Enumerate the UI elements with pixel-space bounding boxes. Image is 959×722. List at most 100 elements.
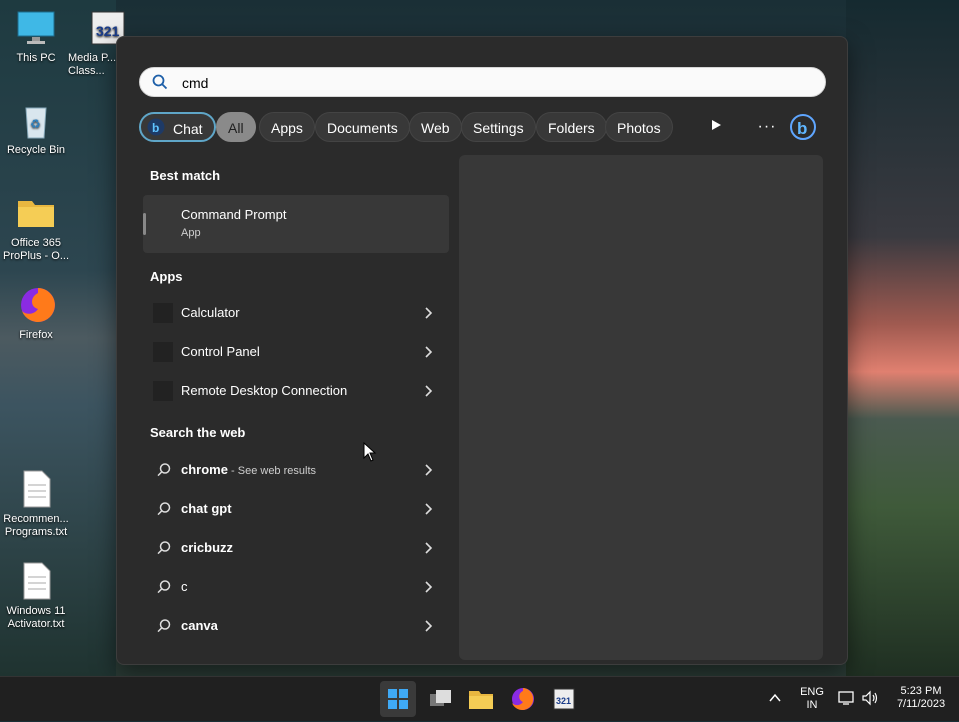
app-result-label: Remote Desktop Connection: [181, 383, 348, 398]
desktop-icon-recycle-bin[interactable]: ♻ Recycle Bin: [0, 100, 72, 157]
clock-date: 7/11/2023: [896, 698, 946, 710]
volume-button[interactable]: [861, 690, 879, 711]
filter-settings[interactable]: Settings: [461, 112, 536, 142]
svg-text:b: b: [797, 119, 807, 138]
text-file-icon: [16, 469, 56, 509]
network-icon: [838, 691, 854, 705]
app-result-label: Control Panel: [181, 344, 260, 359]
desktop-icon-recommended-programs[interactable]: Recommen... Programs.txt: [0, 469, 72, 539]
speaker-icon: [862, 690, 878, 706]
ellipsis-icon: ···: [757, 118, 777, 135]
chevron-right-icon[interactable]: [423, 384, 433, 398]
desktop-icon-windows-activator[interactable]: Windows 11 Activator.txt: [0, 561, 72, 631]
filter-photos[interactable]: Photos: [605, 112, 673, 142]
taskbar: 321 ENG IN 5:23 PM 7/11/2023: [0, 676, 959, 721]
search-panel: b Chat All Apps Documents Web Settings F…: [116, 36, 848, 665]
desktop-icon-firefox[interactable]: Firefox: [0, 285, 72, 342]
bing-button[interactable]: b: [789, 113, 817, 141]
firefox-icon: [512, 688, 534, 710]
show-hidden-icons-button[interactable]: [768, 691, 782, 710]
desktop-wallpaper-right: [846, 0, 959, 676]
task-view-button[interactable]: [422, 681, 458, 717]
media-player-classic-icon: 321: [553, 688, 575, 710]
desktop-icon-this-pc[interactable]: This PC: [0, 8, 72, 65]
more-filters-button[interactable]: [702, 113, 730, 141]
clock-time: 5:23 PM: [900, 685, 942, 697]
chevron-right-icon[interactable]: [423, 502, 433, 516]
search-icon: [157, 502, 171, 516]
recycle-bin-icon: ♻: [16, 100, 56, 140]
web-result[interactable]: chrome - See web results: [143, 451, 449, 489]
filter-documents-label: Documents: [327, 120, 398, 136]
filter-apps[interactable]: Apps: [259, 112, 315, 142]
monitor-icon: [16, 8, 56, 48]
app-result-calculator[interactable]: Calculator: [143, 294, 449, 332]
selection-indicator: [143, 213, 146, 235]
language-indicator[interactable]: ENG IN: [796, 686, 828, 712]
filter-all[interactable]: All: [216, 112, 256, 142]
control-panel-icon: [153, 342, 173, 362]
clock[interactable]: 5:23 PM 7/11/2023: [888, 685, 954, 711]
app-result-control-panel[interactable]: Control Panel: [143, 333, 449, 371]
search-icon: [157, 580, 171, 594]
filter-all-label: All: [228, 120, 244, 136]
filter-web[interactable]: Web: [409, 112, 462, 142]
more-options-button[interactable]: ···: [753, 113, 781, 141]
search-input[interactable]: [180, 72, 784, 94]
bing-chat-icon: b: [147, 118, 165, 136]
best-match-type: App: [181, 227, 201, 239]
web-result[interactable]: c: [143, 568, 449, 606]
desktop-icon-label: Office 365 ProPlus - O...: [2, 237, 70, 262]
filter-chat[interactable]: b Chat: [139, 112, 216, 142]
chevron-right-icon[interactable]: [423, 619, 433, 633]
folder-icon: [469, 691, 493, 709]
best-match-name: Command Prompt: [181, 207, 287, 222]
web-result-label: canva: [181, 618, 218, 633]
chevron-right-icon[interactable]: [423, 463, 433, 477]
remote-desktop-icon: [153, 381, 173, 401]
calculator-icon: [153, 303, 173, 323]
filter-photos-label: Photos: [617, 120, 661, 136]
web-result[interactable]: chat gpt: [143, 490, 449, 528]
search-icon: [152, 74, 168, 90]
filter-settings-label: Settings: [473, 120, 524, 136]
web-result-label: cricbuzz: [181, 540, 233, 555]
filter-chat-label: Chat: [173, 121, 203, 137]
filter-apps-label: Apps: [271, 120, 303, 136]
network-button[interactable]: [838, 690, 856, 711]
media-player-taskbar-button[interactable]: 321: [546, 681, 582, 717]
web-result-label: c: [181, 579, 188, 594]
filter-folders-label: Folders: [548, 120, 595, 136]
web-result[interactable]: cricbuzz: [143, 529, 449, 567]
chevron-right-icon[interactable]: [423, 541, 433, 555]
filter-documents[interactable]: Documents: [315, 112, 410, 142]
file-explorer-button[interactable]: [463, 681, 499, 717]
desktop-icon-label: Media P... Class...: [68, 52, 117, 77]
preview-pane: [459, 155, 823, 660]
firefox-taskbar-button[interactable]: [505, 681, 541, 717]
best-match-item[interactable]: Command Prompt App: [143, 195, 449, 253]
filter-folders[interactable]: Folders: [536, 112, 607, 142]
desktop-icon-office365[interactable]: Office 365 ProPlus - O...: [0, 193, 72, 263]
desktop-icon-label: Recycle Bin: [6, 144, 66, 156]
chevron-up-icon: [769, 693, 781, 702]
app-result-label: Calculator: [181, 305, 240, 320]
start-button[interactable]: [380, 681, 416, 717]
web-result[interactable]: canva: [143, 607, 449, 645]
section-best-match: Best match: [150, 168, 221, 183]
search-box[interactable]: [139, 67, 826, 97]
task-view-icon: [430, 690, 451, 706]
desktop-icon-label: Firefox: [19, 329, 53, 341]
play-icon: [712, 120, 721, 130]
chevron-right-icon[interactable]: [423, 345, 433, 359]
section-search-web: Search the web: [150, 425, 246, 440]
svg-text:321: 321: [96, 23, 120, 39]
chevron-right-icon[interactable]: [423, 306, 433, 320]
chevron-right-icon[interactable]: [423, 580, 433, 594]
text-file-icon: [16, 561, 56, 601]
app-result-remote-desktop[interactable]: Remote Desktop Connection: [143, 372, 449, 410]
search-icon: [157, 541, 171, 555]
filter-web-label: Web: [421, 120, 450, 136]
svg-text:b: b: [152, 121, 159, 135]
section-apps: Apps: [150, 269, 183, 284]
